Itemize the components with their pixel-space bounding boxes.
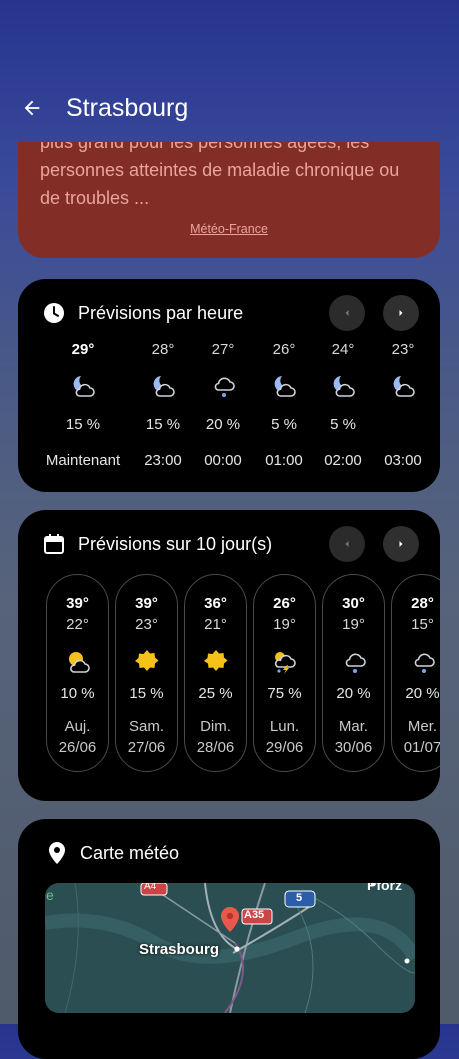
map-road-a35: A35	[244, 909, 265, 921]
weather-map-card: Carte météo A4 A35 5 Strasbourg Pforz e	[18, 819, 440, 1059]
partly-cloudy-night-icon	[73, 376, 95, 397]
drizzle-icon	[414, 653, 435, 673]
clock-icon	[44, 303, 64, 323]
hour-temp: 27°	[211, 341, 235, 358]
day-high-temp: 28°	[411, 595, 434, 612]
day-item[interactable]: 39° 22° 10 % Auj. 26/06	[46, 574, 109, 772]
partly-cloudy-night-icon	[393, 376, 415, 397]
day-low-temp: 19°	[342, 616, 365, 633]
daily-prev-button[interactable]	[329, 526, 365, 562]
day-name: Sam.	[128, 718, 164, 735]
day-precip: 20 %	[336, 685, 371, 702]
hour-time: 03:00	[384, 452, 422, 469]
hourly-next-button[interactable]	[383, 295, 419, 331]
day-date: 26/06	[58, 739, 97, 756]
sun-icon	[204, 650, 228, 671]
chevron-right-icon	[399, 541, 403, 547]
top-app-bar: Strasbourg	[0, 0, 459, 150]
thunderstorm-icon	[274, 652, 296, 674]
back-button[interactable]	[16, 92, 48, 124]
partly-cloudy-night-icon	[153, 376, 175, 397]
day-date: 30/06	[334, 739, 373, 756]
day-name: Dim.	[200, 718, 231, 735]
weather-alert-card[interactable]: plus grand pour les personnes âgées, les…	[18, 142, 440, 258]
day-item[interactable]: 26° 19° 75 % Lun. 29/06	[253, 574, 316, 772]
chevron-left-icon	[345, 541, 349, 547]
daily-title: Prévisions sur 10 jour(s)	[78, 533, 273, 554]
day-low-temp: 15°	[411, 616, 434, 633]
day-high-temp: 26°	[273, 595, 296, 612]
day-high-temp: 39°	[135, 595, 158, 612]
day-high-temp: 39°	[66, 595, 89, 612]
hourly-forecast-card: Prévisions par heure 29° 15 % Maintenant…	[18, 279, 440, 492]
partly-cloudy-sun-icon	[69, 652, 90, 673]
hour-temp: 23°	[391, 341, 415, 358]
drizzle-icon	[345, 653, 366, 673]
map-road-5: 5	[296, 892, 303, 904]
page-title: Strasbourg	[66, 94, 189, 122]
day-precip: 15 %	[129, 685, 164, 702]
map-road-a4: A4	[144, 883, 157, 892]
day-date: 29/06	[265, 739, 304, 756]
day-high-temp: 30°	[342, 595, 365, 612]
drizzle-icon	[214, 377, 235, 397]
hour-temp: 26°	[272, 341, 296, 358]
hour-precip: 5 %	[330, 416, 356, 433]
hour-precip: 5 %	[271, 416, 297, 433]
day-low-temp: 19°	[273, 616, 296, 633]
day-item[interactable]: 28° 15° 20 % Mer. 01/07	[391, 574, 440, 772]
hour-temp: 24°	[331, 341, 355, 358]
day-item[interactable]: 39° 23° 15 % Sam. 27/06	[115, 574, 178, 772]
day-name: Mar.	[338, 718, 369, 735]
map-title: Carte météo	[80, 842, 180, 863]
day-high-temp: 36°	[204, 595, 227, 612]
location-pin-icon	[49, 842, 65, 864]
hourly-header: Prévisions par heure	[42, 301, 243, 325]
day-item[interactable]: 30° 19° 20 % Mar. 30/06	[322, 574, 385, 772]
arrow-back-icon	[24, 100, 40, 116]
calendar-icon	[44, 534, 64, 554]
day-name: Mer.	[407, 718, 438, 735]
day-date: 01/07	[403, 739, 440, 756]
day-date: 28/06	[196, 739, 235, 756]
hour-precip: 15 %	[145, 416, 181, 433]
daily-header: Prévisions sur 10 jour(s)	[42, 532, 272, 556]
day-low-temp: 21°	[204, 616, 227, 633]
partly-cloudy-night-icon	[274, 376, 296, 397]
alert-text: plus grand pour les personnes âgées, les…	[40, 142, 400, 208]
daily-forecast-card: Prévisions sur 10 jour(s) 39° 22° 10 % A…	[18, 510, 440, 801]
hour-temp: 28°	[151, 341, 175, 358]
hour-precip: 15 %	[65, 416, 101, 433]
chevron-right-icon	[399, 310, 403, 316]
weather-map[interactable]: A4 A35 5 Strasbourg Pforz e	[45, 883, 415, 1013]
day-item[interactable]: 36° 21° 25 % Dim. 28/06	[184, 574, 247, 772]
day-low-temp: 22°	[66, 616, 89, 633]
map-canvas	[45, 883, 415, 1013]
hour-temp: 29°	[71, 341, 95, 358]
day-name: Auj.	[64, 718, 91, 735]
hourly-prev-button[interactable]	[329, 295, 365, 331]
daily-next-button[interactable]	[383, 526, 419, 562]
hourly-title: Prévisions par heure	[78, 302, 244, 323]
chevron-left-icon	[345, 310, 349, 316]
day-low-temp: 23°	[135, 616, 158, 633]
day-precip: 20 %	[405, 685, 440, 702]
hour-precip: 20 %	[205, 416, 241, 433]
map-label-pforz: Pforz	[367, 883, 402, 893]
day-date: 27/06	[127, 739, 166, 756]
day-precip: 10 %	[60, 685, 95, 702]
map-header: Carte météo	[46, 841, 179, 865]
day-name: Lun.	[269, 718, 300, 735]
map-label-strasbourg: Strasbourg	[139, 941, 220, 958]
partly-cloudy-night-icon	[333, 376, 355, 397]
map-label-edge: e	[46, 887, 54, 903]
alert-source-link[interactable]: Météo-France	[18, 222, 440, 236]
sun-icon	[135, 650, 159, 671]
day-precip: 75 %	[267, 685, 302, 702]
day-precip: 25 %	[198, 685, 233, 702]
